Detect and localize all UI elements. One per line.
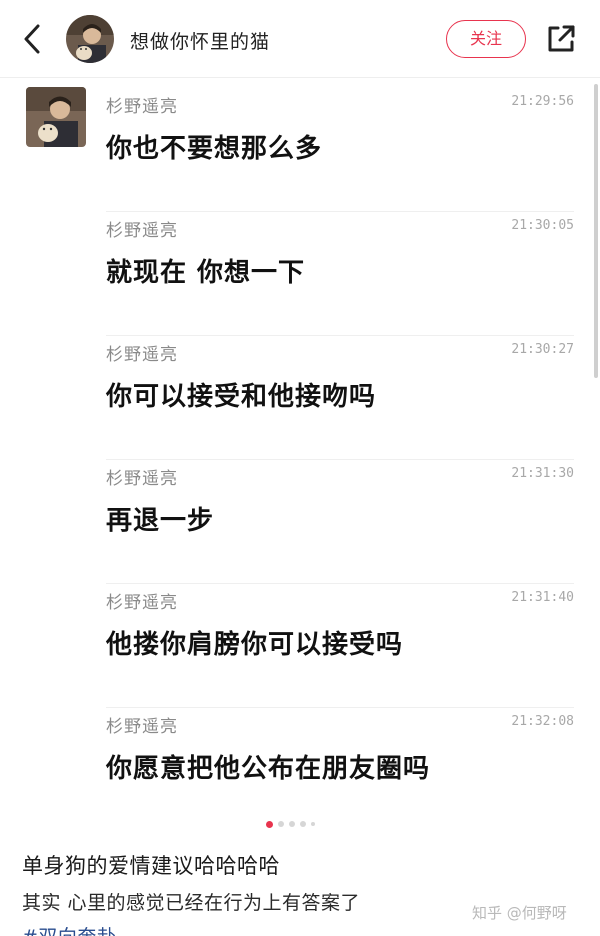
message-text: 再退一步 xyxy=(106,506,215,536)
share-button[interactable] xyxy=(544,22,578,56)
message-item: 杉野遥亮 21:29:56 你也不要想那么多 xyxy=(106,88,574,212)
chat-title[interactable]: 想做你怀里的猫 xyxy=(130,27,270,54)
post-hashtag[interactable]: #双向奔赴 xyxy=(22,922,116,936)
message-time: 21:30:27 xyxy=(511,342,574,357)
message-sender: 杉野遥亮 xyxy=(106,221,178,241)
message-text: 你可以接受和他接吻吗 xyxy=(106,382,377,412)
profile-avatar[interactable] xyxy=(66,15,114,63)
post-body: 其实 心里的感觉已经在行为上有答案了 xyxy=(22,892,361,914)
message-item: 杉野遥亮 21:30:27 你可以接受和他接吻吗 xyxy=(106,336,574,460)
chevron-left-icon xyxy=(24,24,40,54)
follow-button[interactable]: 关注 xyxy=(446,20,526,58)
message-item: 杉野遥亮 21:32:08 你愿意把他公布在朋友圈吗 xyxy=(106,708,574,832)
message-text: 你也不要想那么多 xyxy=(106,134,323,164)
carousel-dot[interactable] xyxy=(311,822,315,826)
carousel-dot[interactable] xyxy=(289,821,295,827)
avatar-image xyxy=(26,87,86,147)
message-time: 21:29:56 xyxy=(511,94,574,109)
message-time: 21:30:05 xyxy=(511,218,574,233)
message-text: 就现在 你想一下 xyxy=(106,258,306,288)
watermark: 知乎 @何野呀 xyxy=(472,904,567,922)
carousel-dot[interactable] xyxy=(300,821,306,827)
message-time: 21:31:40 xyxy=(511,590,574,605)
message-sender: 杉野遥亮 xyxy=(106,469,178,489)
scrollbar[interactable] xyxy=(594,84,598,378)
carousel-dot-active[interactable] xyxy=(266,820,273,828)
top-bar: 想做你怀里的猫 关注 xyxy=(0,0,600,78)
message-sender: 杉野遥亮 xyxy=(106,345,178,365)
message-text: 他搂你肩膀你可以接受吗 xyxy=(106,630,404,660)
message-text: 你愿意把他公布在朋友圈吗 xyxy=(106,754,431,784)
carousel-dot[interactable] xyxy=(278,821,284,827)
post-title: 单身狗的爱情建议哈哈哈哈 xyxy=(22,854,280,878)
avatar-image xyxy=(66,15,114,63)
carousel-indicator[interactable] xyxy=(266,819,315,829)
sender-avatar[interactable] xyxy=(26,87,86,147)
message-item: 杉野遥亮 21:31:30 再退一步 xyxy=(106,460,574,584)
message-item: 杉野遥亮 21:31:40 他搂你肩膀你可以接受吗 xyxy=(106,584,574,708)
message-sender: 杉野遥亮 xyxy=(106,97,178,117)
back-button[interactable] xyxy=(18,22,48,56)
message-time: 21:31:30 xyxy=(511,466,574,481)
message-item: 杉野遥亮 21:30:05 就现在 你想一下 xyxy=(106,212,574,336)
message-sender: 杉野遥亮 xyxy=(106,717,178,737)
share-external-icon xyxy=(548,25,575,52)
message-sender: 杉野遥亮 xyxy=(106,593,178,613)
message-time: 21:32:08 xyxy=(511,714,574,729)
